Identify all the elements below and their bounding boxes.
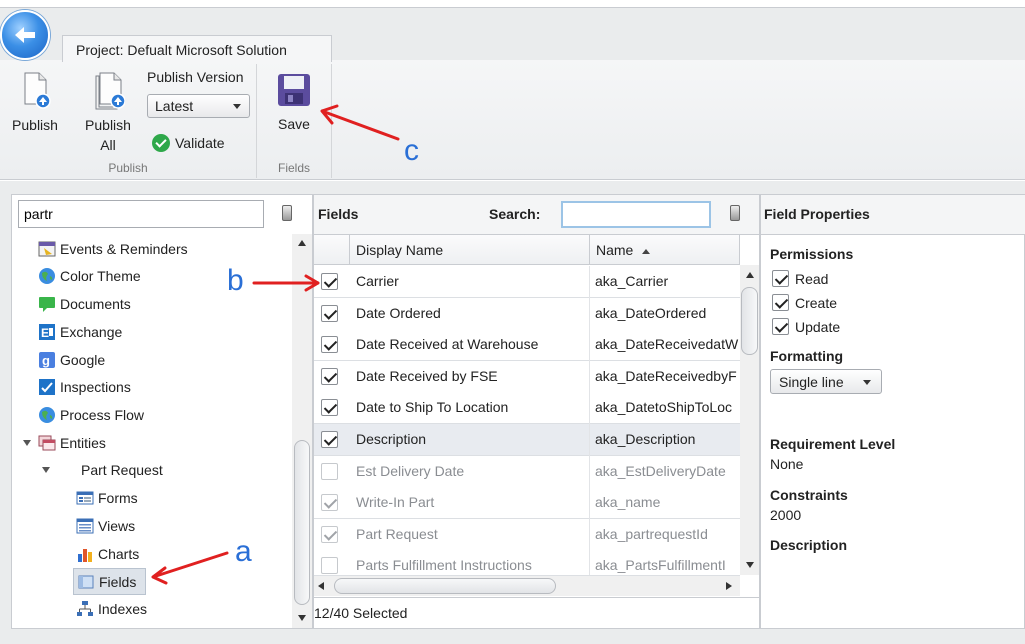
arrow-b-icon <box>252 274 320 292</box>
arrow-c-icon <box>320 104 400 141</box>
arrow-a-icon <box>151 551 229 585</box>
annotation-letter-c: c <box>404 134 419 167</box>
annotation-letter-b: b <box>227 264 244 297</box>
annotation-letter-a: a <box>235 535 252 568</box>
annotation-arrows <box>151 104 400 585</box>
